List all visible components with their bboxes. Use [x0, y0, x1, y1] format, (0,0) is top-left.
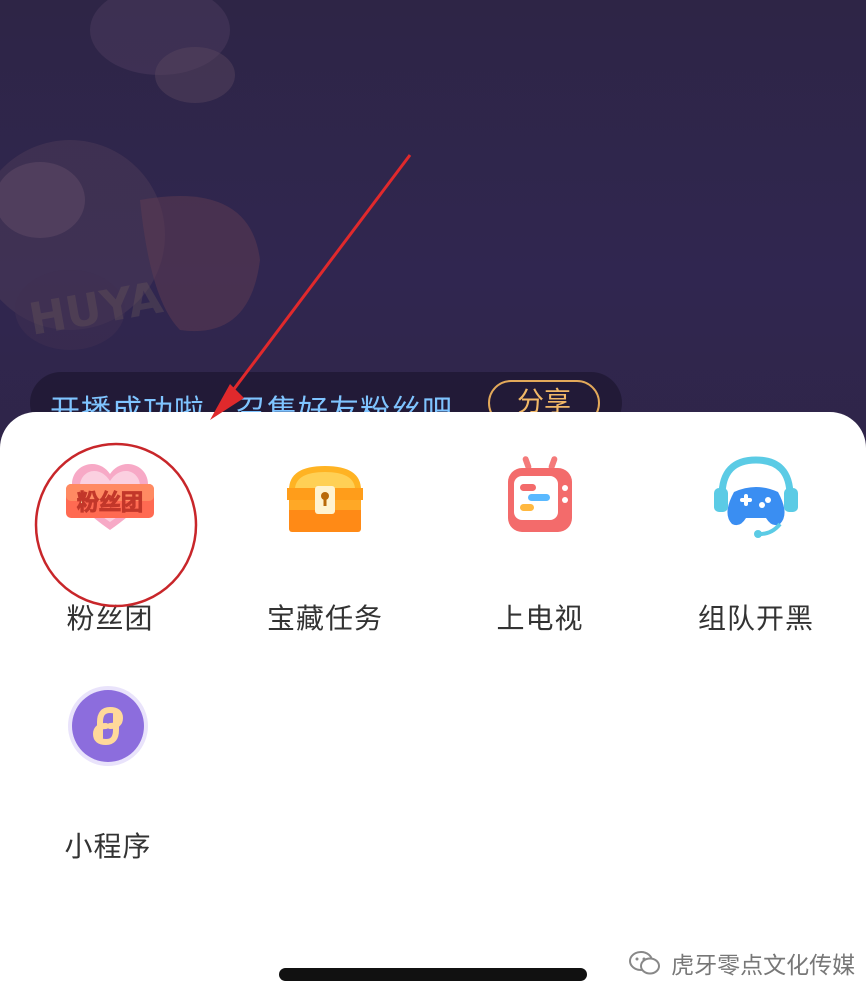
tv-icon	[508, 456, 572, 532]
features-bottom-sheet: 粉丝团 粉丝团 宝藏任务 上电视 组队开黑 小程序	[0, 412, 866, 1000]
menu-item-label: 上电视	[496, 602, 584, 635]
treasure-chest-icon	[287, 466, 363, 532]
menu-item-label: 组队开黑	[697, 602, 814, 635]
menu-item-fan-club[interactable]: 粉丝团 粉丝团	[10, 452, 210, 635]
watermark: 虎牙零点文化传媒	[628, 946, 855, 982]
menu-item-mini-program[interactable]: 小程序	[8, 680, 208, 863]
menu-item-treasure-task[interactable]: 宝藏任务	[225, 452, 425, 635]
wechat-logo-icon	[629, 951, 660, 975]
menu-item-label: 粉丝团	[66, 602, 154, 635]
menu-item-label: 小程序	[64, 830, 152, 863]
home-indicator[interactable]	[279, 968, 587, 981]
watermark-text: 虎牙零点文化传媒	[671, 953, 856, 979]
gamepad-icon	[714, 456, 798, 538]
menu-item-team-up[interactable]: 组队开黑	[656, 452, 856, 635]
menu-item-label: 宝藏任务	[266, 602, 383, 635]
mini-program-icon	[68, 686, 148, 766]
menu-item-on-tv[interactable]: 上电视	[440, 452, 640, 635]
fan-club-icon: 粉丝团	[66, 464, 154, 530]
fan-club-icon-text: 粉丝团	[77, 490, 143, 516]
